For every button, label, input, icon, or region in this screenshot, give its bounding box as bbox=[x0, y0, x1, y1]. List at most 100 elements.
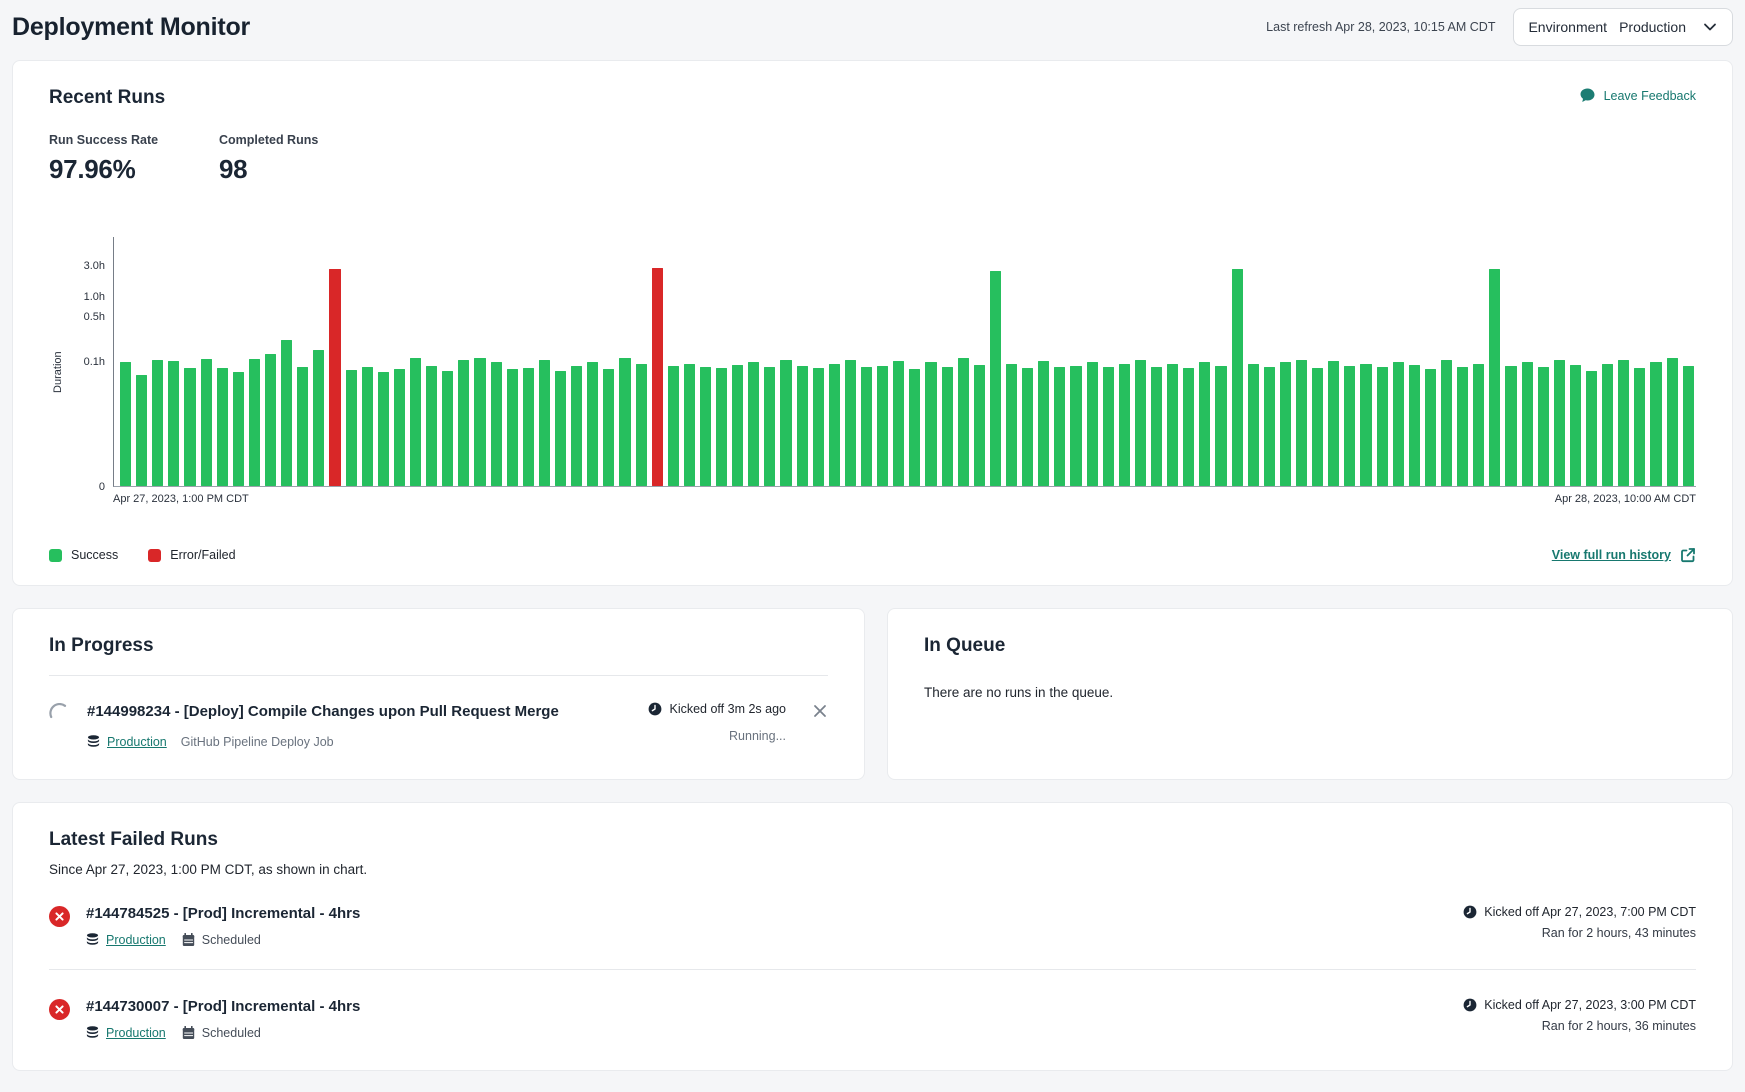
chart-bar[interactable] bbox=[346, 370, 357, 486]
chart-bar[interactable] bbox=[1683, 366, 1694, 486]
chart-bar[interactable] bbox=[1151, 367, 1162, 486]
chart-bar[interactable] bbox=[571, 366, 582, 486]
chart-bar[interactable] bbox=[491, 362, 502, 486]
view-full-run-history-link[interactable]: View full run history bbox=[1552, 547, 1696, 563]
chart-bar[interactable] bbox=[1409, 365, 1420, 486]
chart-bar[interactable] bbox=[1360, 364, 1371, 486]
chart-bar[interactable] bbox=[1215, 366, 1226, 486]
chart-bar[interactable] bbox=[1328, 361, 1339, 486]
chart-bar[interactable] bbox=[1667, 358, 1678, 486]
chart-bar[interactable] bbox=[1022, 368, 1033, 486]
environment-selector[interactable]: Environment Production bbox=[1513, 8, 1733, 46]
chart-bar[interactable] bbox=[1377, 367, 1388, 486]
chart-bar[interactable] bbox=[152, 360, 163, 486]
chart-bar[interactable] bbox=[1199, 362, 1210, 486]
chart-bar[interactable] bbox=[1038, 361, 1049, 486]
chart-bar[interactable] bbox=[442, 371, 453, 486]
chart-bar[interactable] bbox=[136, 375, 147, 487]
chart-bar[interactable] bbox=[893, 361, 904, 486]
chart-bar[interactable] bbox=[797, 366, 808, 486]
chart-bar[interactable] bbox=[1554, 360, 1565, 486]
chart-bar[interactable] bbox=[1602, 364, 1613, 486]
chart-bar[interactable] bbox=[1054, 367, 1065, 486]
chart-bar[interactable] bbox=[1618, 360, 1629, 486]
chart-bar[interactable] bbox=[313, 350, 324, 486]
chart-bar[interactable] bbox=[748, 362, 759, 486]
chart-bar[interactable] bbox=[845, 360, 856, 486]
chart-bar[interactable] bbox=[925, 362, 936, 486]
chart-bar[interactable] bbox=[362, 367, 373, 486]
failed-run-title[interactable]: #144730007 - [Prod] Incremental - 4hrs bbox=[86, 998, 1447, 1015]
chart-bar[interactable] bbox=[281, 340, 292, 486]
chart-bar[interactable] bbox=[780, 360, 791, 486]
chart-bar[interactable] bbox=[877, 366, 888, 486]
chart-bar[interactable] bbox=[507, 369, 518, 486]
chart-bar[interactable] bbox=[410, 358, 421, 486]
chart-bar[interactable] bbox=[942, 367, 953, 486]
chart-bar[interactable] bbox=[668, 366, 679, 486]
chart-bar[interactable] bbox=[1070, 366, 1081, 486]
chart-bar[interactable] bbox=[619, 358, 630, 486]
chart-bar[interactable] bbox=[1087, 362, 1098, 486]
chart-bar[interactable] bbox=[861, 367, 872, 486]
chart-bar[interactable] bbox=[1457, 367, 1468, 486]
in-progress-run-title[interactable]: #144998234 - [Deploy] Compile Changes up… bbox=[87, 702, 632, 722]
chart-bar[interactable] bbox=[168, 361, 179, 486]
chart-bar[interactable] bbox=[265, 354, 276, 486]
chart-bar[interactable] bbox=[474, 358, 485, 486]
leave-feedback-link[interactable]: Leave Feedback bbox=[1579, 87, 1696, 104]
chart-bar[interactable] bbox=[217, 368, 228, 486]
chart-bar[interactable] bbox=[1650, 362, 1661, 486]
chart-bar[interactable] bbox=[1586, 371, 1597, 486]
chart-bar[interactable] bbox=[1006, 364, 1017, 486]
chart-bar[interactable] bbox=[1312, 368, 1323, 486]
chart-bar[interactable] bbox=[636, 364, 647, 486]
chart-bar[interactable] bbox=[120, 362, 131, 486]
chart-bar[interactable] bbox=[458, 360, 469, 486]
close-icon[interactable] bbox=[812, 703, 828, 719]
chart-bar[interactable] bbox=[587, 362, 598, 486]
chart-bar[interactable] bbox=[1522, 362, 1533, 486]
production-link[interactable]: Production bbox=[87, 735, 167, 749]
chart-bar[interactable] bbox=[233, 372, 244, 486]
chart-bar[interactable] bbox=[603, 369, 614, 486]
chart-bar[interactable] bbox=[1264, 367, 1275, 486]
chart-bar[interactable] bbox=[909, 369, 920, 486]
chart-bar[interactable] bbox=[974, 365, 985, 486]
chart-bar[interactable] bbox=[249, 359, 260, 486]
chart-bar[interactable] bbox=[523, 368, 534, 486]
chart-bar[interactable] bbox=[1505, 366, 1516, 486]
chart-bar[interactable] bbox=[201, 359, 212, 486]
chart-bar[interactable] bbox=[1425, 369, 1436, 486]
chart-bar[interactable] bbox=[1135, 360, 1146, 486]
failed-run-title[interactable]: #144784525 - [Prod] Incremental - 4hrs bbox=[86, 905, 1447, 922]
chart-bar[interactable] bbox=[1280, 362, 1291, 486]
chart-bar[interactable] bbox=[1103, 367, 1114, 486]
chart-bar[interactable] bbox=[829, 364, 840, 486]
chart-bar[interactable] bbox=[716, 368, 727, 486]
chart-bar[interactable] bbox=[1441, 360, 1452, 486]
chart-bar[interactable] bbox=[732, 365, 743, 486]
chart-bar[interactable] bbox=[1473, 364, 1484, 486]
chart-bar[interactable] bbox=[1119, 364, 1130, 486]
chart-bar[interactable] bbox=[539, 360, 550, 486]
chart-bar[interactable] bbox=[764, 367, 775, 486]
chart-bar[interactable] bbox=[394, 369, 405, 486]
chart-bar[interactable] bbox=[684, 364, 695, 486]
production-link[interactable]: Production bbox=[86, 1026, 166, 1040]
chart-bar[interactable] bbox=[1296, 360, 1307, 486]
chart-bar[interactable] bbox=[990, 271, 1001, 486]
chart-bar[interactable] bbox=[813, 368, 824, 486]
chart-bar[interactable] bbox=[700, 367, 711, 486]
chart-bar[interactable] bbox=[1344, 366, 1355, 486]
chart-bar[interactable] bbox=[555, 371, 566, 486]
chart-bar[interactable] bbox=[184, 368, 195, 486]
production-link[interactable]: Production bbox=[86, 933, 166, 947]
chart-bar[interactable] bbox=[1538, 367, 1549, 486]
chart-bar[interactable] bbox=[1183, 368, 1194, 486]
chart-bar[interactable] bbox=[1393, 362, 1404, 486]
chart-bar[interactable] bbox=[958, 358, 969, 486]
chart-bar[interactable] bbox=[1248, 364, 1259, 486]
chart-bar[interactable] bbox=[329, 269, 340, 486]
chart-bar[interactable] bbox=[378, 372, 389, 486]
